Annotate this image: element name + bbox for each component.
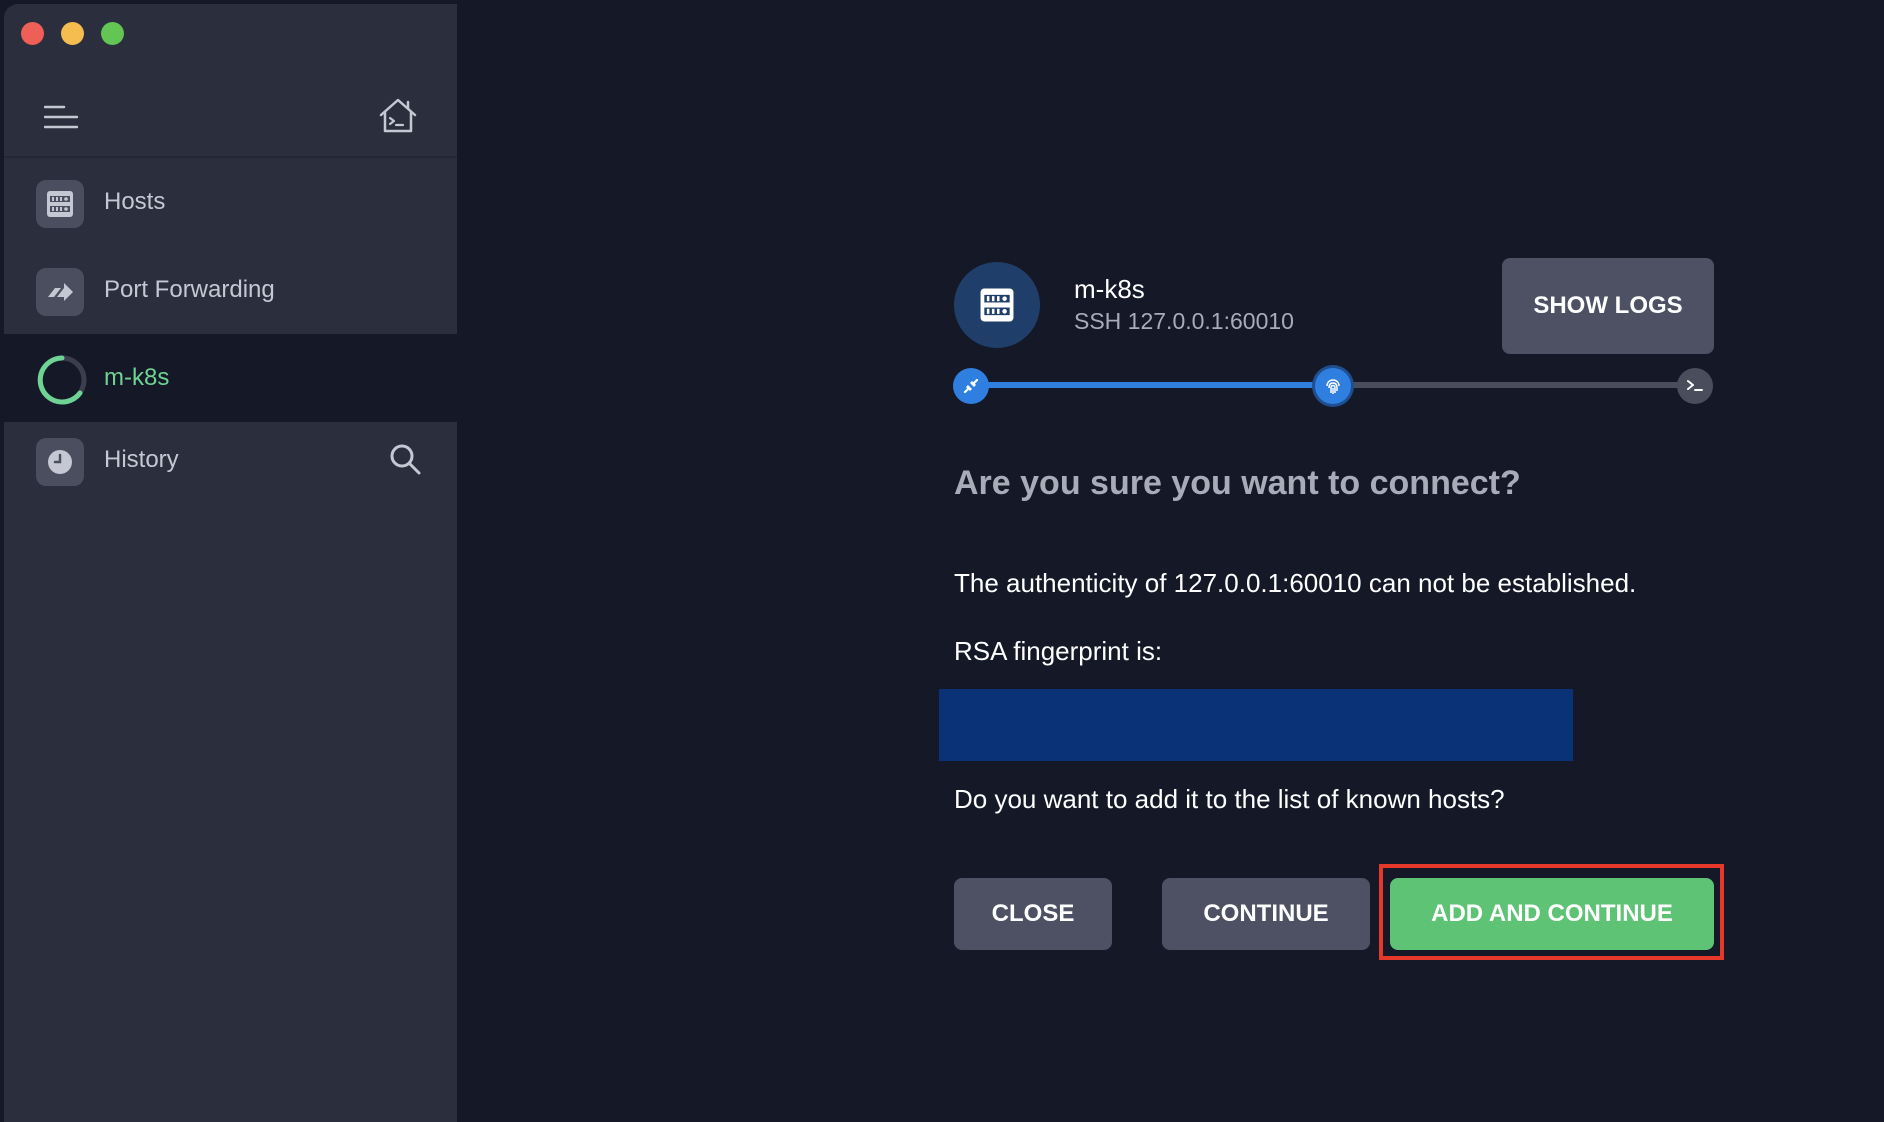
sidebar-item-m-k8s[interactable]: m-k8s (4, 334, 457, 422)
show-logs-button[interactable]: SHOW LOGS (1502, 258, 1714, 354)
connect-icon (953, 368, 989, 404)
port-forward-icon (36, 268, 84, 316)
window-close-button[interactable] (21, 22, 44, 45)
dialog-title: Are you sure you want to connect? (954, 464, 1521, 502)
window-maximize-button[interactable] (101, 22, 124, 45)
sidebar-item-port-forwarding[interactable]: Port Forwarding (4, 246, 457, 334)
fingerprint-icon (1315, 368, 1351, 404)
home-terminal-icon[interactable] (378, 96, 418, 134)
window-minimize-button[interactable] (61, 22, 84, 45)
authenticity-message: The authenticity of 127.0.0.1:60010 can … (954, 568, 1637, 598)
sidebar-item-hosts[interactable]: Hosts (4, 158, 457, 246)
sidebar-header (4, 70, 457, 158)
connection-progress-fill (971, 382, 1333, 388)
sidebar-item-label: m-k8s (104, 364, 170, 391)
add-and-continue-button[interactable]: ADD AND CONTINUE (1390, 878, 1714, 950)
fingerprint-label: RSA fingerprint is: (954, 636, 1163, 666)
sidebar-item-history[interactable]: History (4, 416, 457, 504)
host-address: SSH 127.0.0.1:60010 (1074, 308, 1294, 334)
hamburger-menu-icon[interactable] (43, 104, 79, 130)
connection-panel: m-k8s SSH 127.0.0.1:60010 SHOW LOGS Are … (457, 0, 1884, 1122)
sidebar-item-label: Hosts (104, 188, 166, 215)
app-window: Hosts Port Forwarding m-k8s History m-k8… (0, 0, 1884, 1122)
terminal-icon (1677, 368, 1713, 404)
loading-spinner-icon (36, 354, 88, 406)
clock-icon (36, 438, 84, 486)
known-hosts-question: Do you want to add it to the list of kno… (954, 784, 1505, 814)
fingerprint-value (939, 689, 1573, 761)
sidebar: Hosts Port Forwarding m-k8s History (4, 4, 457, 1122)
sidebar-item-label: Port Forwarding (104, 276, 275, 303)
server-icon (36, 180, 84, 228)
sidebar-item-label: History (104, 446, 179, 473)
server-icon (954, 262, 1040, 348)
close-button[interactable]: CLOSE (954, 878, 1112, 950)
host-name: m-k8s (1074, 274, 1145, 304)
continue-button[interactable]: CONTINUE (1162, 878, 1370, 950)
search-icon[interactable] (388, 442, 422, 476)
